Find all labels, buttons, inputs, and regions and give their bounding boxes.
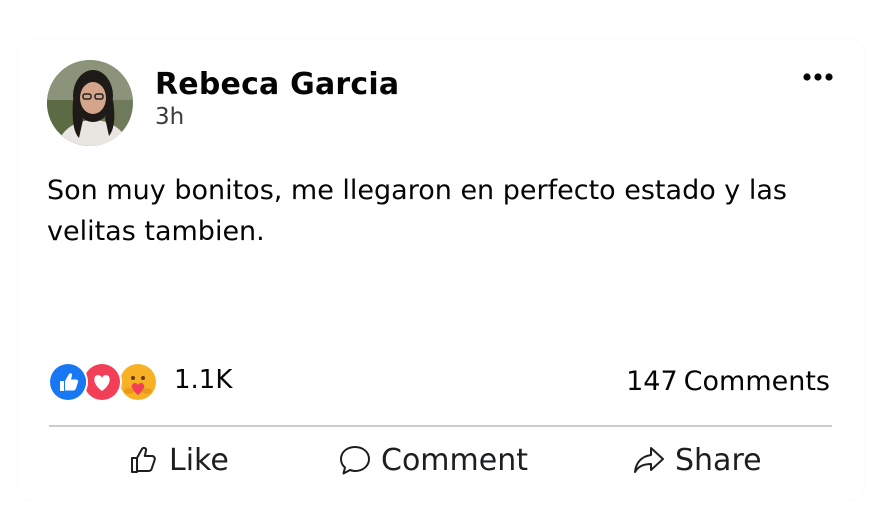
actions-divider xyxy=(49,425,832,427)
love-reaction-icon xyxy=(82,362,122,402)
share-arrow-icon xyxy=(632,444,666,476)
share-label: Share xyxy=(675,442,762,478)
comments-label: Comments xyxy=(683,366,830,397)
more-horizontal-icon[interactable] xyxy=(800,66,836,88)
comment-label: Comment xyxy=(381,442,528,478)
like-button[interactable]: Like xyxy=(128,438,229,482)
reaction-icons[interactable] xyxy=(48,362,158,402)
like-label: Like xyxy=(169,442,229,478)
thumbs-up-icon xyxy=(128,444,160,476)
post-card xyxy=(18,40,864,500)
author-avatar[interactable] xyxy=(47,60,133,146)
care-reaction-icon xyxy=(118,362,158,402)
reaction-count[interactable]: 1.1K xyxy=(174,365,232,395)
speech-bubble-icon xyxy=(338,444,372,476)
post-timestamp[interactable]: 3h xyxy=(155,104,184,130)
author-name[interactable]: Rebeca Garcia xyxy=(155,67,399,102)
comment-button[interactable]: Comment xyxy=(338,438,528,482)
comments-count[interactable]: 147 Comments xyxy=(626,366,830,397)
post-text: Son muy bonitos, me llegaron en perfecto… xyxy=(47,175,787,247)
comments-number: 147 xyxy=(626,366,678,397)
share-button[interactable]: Share xyxy=(632,438,762,482)
like-reaction-icon xyxy=(48,362,88,402)
